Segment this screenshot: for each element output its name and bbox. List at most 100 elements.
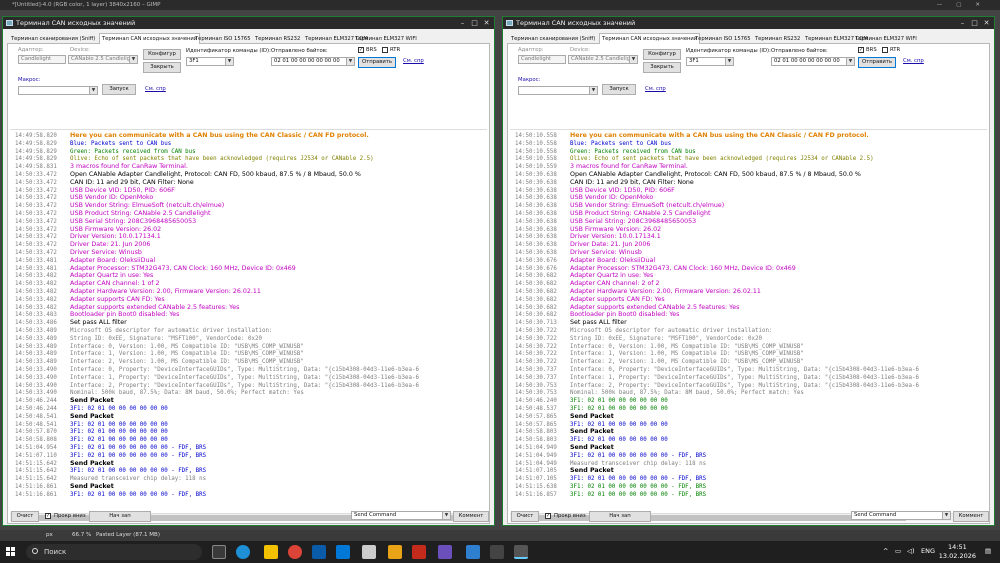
maximize-button[interactable]: □ [969,18,980,28]
tray-chevron-icon[interactable]: ^ [883,547,888,555]
minimize-button[interactable]: – [457,18,468,28]
gimp-app-icon[interactable] [514,545,528,559]
log-text: USB Serial String: 208C3968485650053 [570,217,697,225]
terminal-app-icon[interactable] [490,545,504,559]
notifications-icon[interactable]: ▤ [985,547,991,555]
adapter-select[interactable]: Candlelight [18,55,66,64]
macros-select[interactable]: ▼ [518,86,598,95]
bytes-select[interactable]: 02 01 00 00 00 00 00 00 ▼ [771,57,855,66]
tab-2[interactable]: Терминал ISO 15765 [693,35,753,44]
rtr-checkbox[interactable] [882,47,888,53]
chevron-down-icon[interactable]: ▼ [629,56,637,63]
clear-button[interactable]: Очист [11,511,39,522]
gimp-window-controls[interactable]: —▢✕ [937,0,994,10]
close-window-button[interactable]: ✕ [981,18,992,28]
language-indicator[interactable]: ENG [921,547,935,555]
close-window-button[interactable]: ✕ [481,18,492,28]
run-button[interactable]: Запуск [102,84,136,95]
tab-1[interactable]: Терминал CAN исходных значений [599,33,701,44]
comment-button[interactable]: Коммент [953,511,989,522]
send-help-link[interactable]: См. спр [903,58,924,64]
log-text: Send Packet [70,459,114,467]
folder-icon[interactable] [388,545,402,559]
log-text: Driver Version: 10.0.17134.1 [570,233,661,241]
log-text: 3F1: 02 01 00 00 00 00 00 00 [570,406,668,412]
tab-2[interactable]: Терминал ISO 15765 [193,35,253,44]
close-button[interactable]: Закрыть [643,62,681,73]
macros-select[interactable]: ▼ [18,86,98,95]
device-select[interactable]: CANable 2.5 Candlelight ▼ [68,55,138,64]
taskbar-search[interactable]: Поиск [26,544,202,560]
rtr-checkbox[interactable] [382,47,388,53]
log-line: 14:49:58.831 3 macros found for CanRaw Te… [15,163,188,171]
chevron-down-icon[interactable]: ▼ [942,512,950,519]
maximize-button[interactable]: □ [469,18,480,28]
edge-icon[interactable] [236,545,250,559]
chevron-down-icon[interactable]: ▼ [589,87,597,94]
start-button[interactable] [6,547,15,556]
app-icon[interactable] [336,545,350,559]
device-select[interactable]: CANable 2.5 Candlelight ▼ [568,55,638,64]
clock[interactable]: 14:51 13.02.2026 [939,543,976,561]
close-button[interactable]: Закрыть [143,62,181,73]
cmd-id-select[interactable]: 3F1 ▼ [686,57,734,66]
adapter-value: Candlelight [21,56,52,62]
task-view-icon[interactable] [212,545,226,559]
run-button[interactable]: Запуск [602,84,636,95]
bytes-select[interactable]: 02 01 00 00 00 00 00 00 ▼ [271,57,355,66]
config-button[interactable]: Конфигур [143,49,181,60]
tab-0[interactable]: Терминал сканирования (Sniff) [9,35,97,44]
config-button[interactable]: Конфигур [643,49,681,60]
comment-button[interactable]: Коммент [453,511,489,522]
minimize-button[interactable]: – [957,18,968,28]
scroll-down-checkbox[interactable]: ✓ [45,513,51,519]
app-icon[interactable] [438,545,452,559]
send-command-select[interactable]: Send Command ▼ [351,511,451,520]
log-line: 14:51:04.949 Measured transceiver chip de… [515,460,706,468]
tab-5[interactable]: Терминал ELM327 WIFI [353,35,419,44]
network-icon[interactable]: ▭ [895,547,901,555]
send-button[interactable]: Отправить [858,57,896,68]
log-line: 14:50:30.676 Adapter Processor: STM32G473… [515,265,796,273]
log-text: Adapter Board: OleksiiDual [70,256,156,264]
brs-checkbox[interactable]: ✓ [358,47,364,53]
log-output[interactable]: 14:50:10.558 Here you can communicate wit… [510,129,987,513]
chevron-down-icon[interactable]: ▼ [725,58,733,65]
chevron-down-icon[interactable]: ▼ [225,58,233,65]
tab-5[interactable]: Терминал ELM327 WIFI [853,35,919,44]
chrome-icon[interactable] [288,545,302,559]
store-icon[interactable] [362,545,376,559]
unit-select[interactable]: px [46,530,53,541]
file-explorer-icon[interactable] [264,545,278,559]
tab-0[interactable]: Терминал сканирования (Sniff) [509,35,597,44]
cmd-id-select[interactable]: 3F1 ▼ [186,57,234,66]
log-output[interactable]: 14:49:58.820 Here you can communicate wit… [10,129,487,513]
tab-1[interactable]: Терминал CAN исходных значений [99,33,201,44]
log-line: 14:50:30.676 Adapter Board: OleksiiDual [515,257,655,265]
macros-help-link[interactable]: См. спр [645,86,666,92]
log-line: 14:50:33.490 Interface: 1, Property: "Dev… [15,374,419,382]
app-icon[interactable] [312,545,326,559]
scroll-down-checkbox[interactable]: ✓ [545,513,551,519]
tab-3[interactable]: Терминал RS232 [753,35,802,44]
chevron-down-icon[interactable]: ▼ [846,58,854,65]
chevron-down-icon[interactable]: ▼ [442,512,450,519]
vscode-icon[interactable] [466,545,480,559]
send-button[interactable]: Отправить [358,57,396,68]
record-button[interactable]: Нач зап [89,511,151,522]
adapter-select[interactable]: Candlelight [518,55,566,64]
send-command-select[interactable]: Send Command ▼ [851,511,951,520]
tab-3[interactable]: Терминал RS232 [253,35,302,44]
chevron-down-icon[interactable]: ▼ [346,58,354,65]
clear-button[interactable]: Очист [511,511,539,522]
brs-checkbox[interactable]: ✓ [858,47,864,53]
app-icon[interactable] [412,545,426,559]
log-line: 14:50:30.638 USB Vendor String: ElmueSoft… [515,202,724,210]
zoom-select[interactable]: 66.7 % [72,530,91,541]
chevron-down-icon[interactable]: ▼ [89,87,97,94]
volume-icon[interactable]: ◁) [907,547,915,555]
macros-help-link[interactable]: См. спр [145,86,166,92]
chevron-down-icon[interactable]: ▼ [129,56,137,63]
record-button[interactable]: Нач зап [589,511,651,522]
send-help-link[interactable]: См. спр [403,58,424,64]
